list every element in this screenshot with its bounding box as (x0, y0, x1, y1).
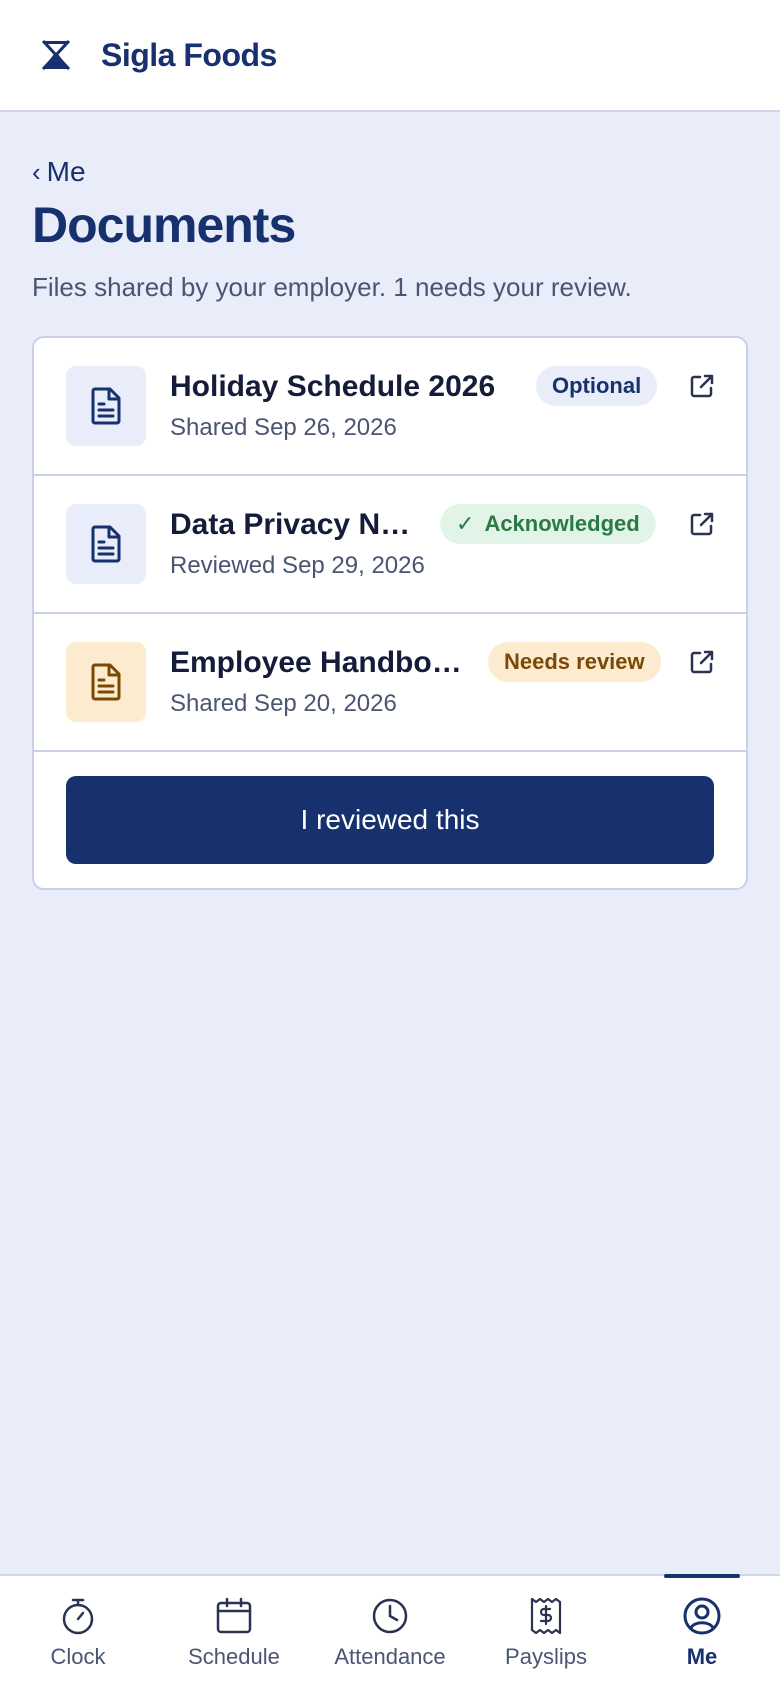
active-tab-indicator (664, 1574, 740, 1578)
tab-schedule[interactable]: Schedule (156, 1576, 312, 1688)
document-icon (66, 504, 146, 584)
document-name: Employee Handbook (170, 646, 462, 679)
clock-icon (372, 1598, 408, 1634)
document-date: Shared Sep 26, 2026 (170, 414, 397, 441)
document-name: Data Privacy Notice (170, 508, 416, 541)
status-badge: Needs review (488, 642, 661, 682)
tab-label: Payslips (505, 1644, 587, 1669)
status-badge: ✓ Acknowledged (440, 504, 656, 544)
status-badge: Optional (536, 366, 658, 406)
user-circle-icon (683, 1597, 721, 1635)
document-date: Reviewed Sep 29, 2026 (170, 552, 425, 579)
tab-label: Attendance (334, 1644, 446, 1669)
tab-payslips[interactable]: Payslips (468, 1576, 624, 1688)
reviewed-button[interactable]: I reviewed this (66, 776, 714, 864)
brand-name: Sigla Foods (101, 36, 277, 73)
document-row[interactable]: Data Privacy Notice ✓ Acknowledged Revie… (34, 476, 746, 614)
document-name: Holiday Schedule 2026 (170, 370, 496, 403)
external-link-icon[interactable] (688, 648, 716, 676)
external-link-icon[interactable] (688, 510, 716, 538)
tab-label: Me (686, 1644, 718, 1669)
tab-attendance[interactable]: Attendance (312, 1576, 468, 1688)
page-title: Documents (32, 197, 296, 253)
stopwatch-icon (62, 1598, 94, 1635)
tab-label: Clock (50, 1644, 106, 1669)
document-row[interactable]: Holiday Schedule 2026 Shared Sep 26, 202… (34, 338, 746, 476)
status-badge-label: Acknowledged (484, 511, 640, 536)
tab-label: Schedule (188, 1644, 280, 1669)
bottom-tab-bar: Clock Schedule Attendance Payslips Me (0, 1574, 780, 1688)
app-header: Sigla Foods (0, 0, 780, 112)
document-date: Shared Sep 20, 2026 (170, 690, 397, 717)
back-link[interactable]: ‹ Me (32, 156, 86, 188)
calendar-icon (216, 1597, 252, 1634)
tab-me[interactable]: Me (624, 1574, 780, 1688)
document-row[interactable]: Employee Handbook Shared Sep 20, 2026 Ne… (34, 614, 746, 752)
document-icon (66, 366, 146, 446)
external-link-icon[interactable] (688, 372, 716, 400)
document-icon (66, 642, 146, 722)
back-link-label: Me (46, 156, 86, 187)
tab-clock[interactable]: Clock (0, 1576, 156, 1688)
receipt-dollar-icon (530, 1597, 562, 1635)
chevron-left-icon: ‹ (32, 156, 41, 187)
page-subtitle: Files shared by your employer. 1 needs y… (32, 272, 632, 302)
check-icon: ✓ (456, 511, 475, 536)
documents-card: Holiday Schedule 2026 Shared Sep 26, 202… (32, 336, 748, 890)
hourglass-x-logo-icon (38, 37, 74, 73)
